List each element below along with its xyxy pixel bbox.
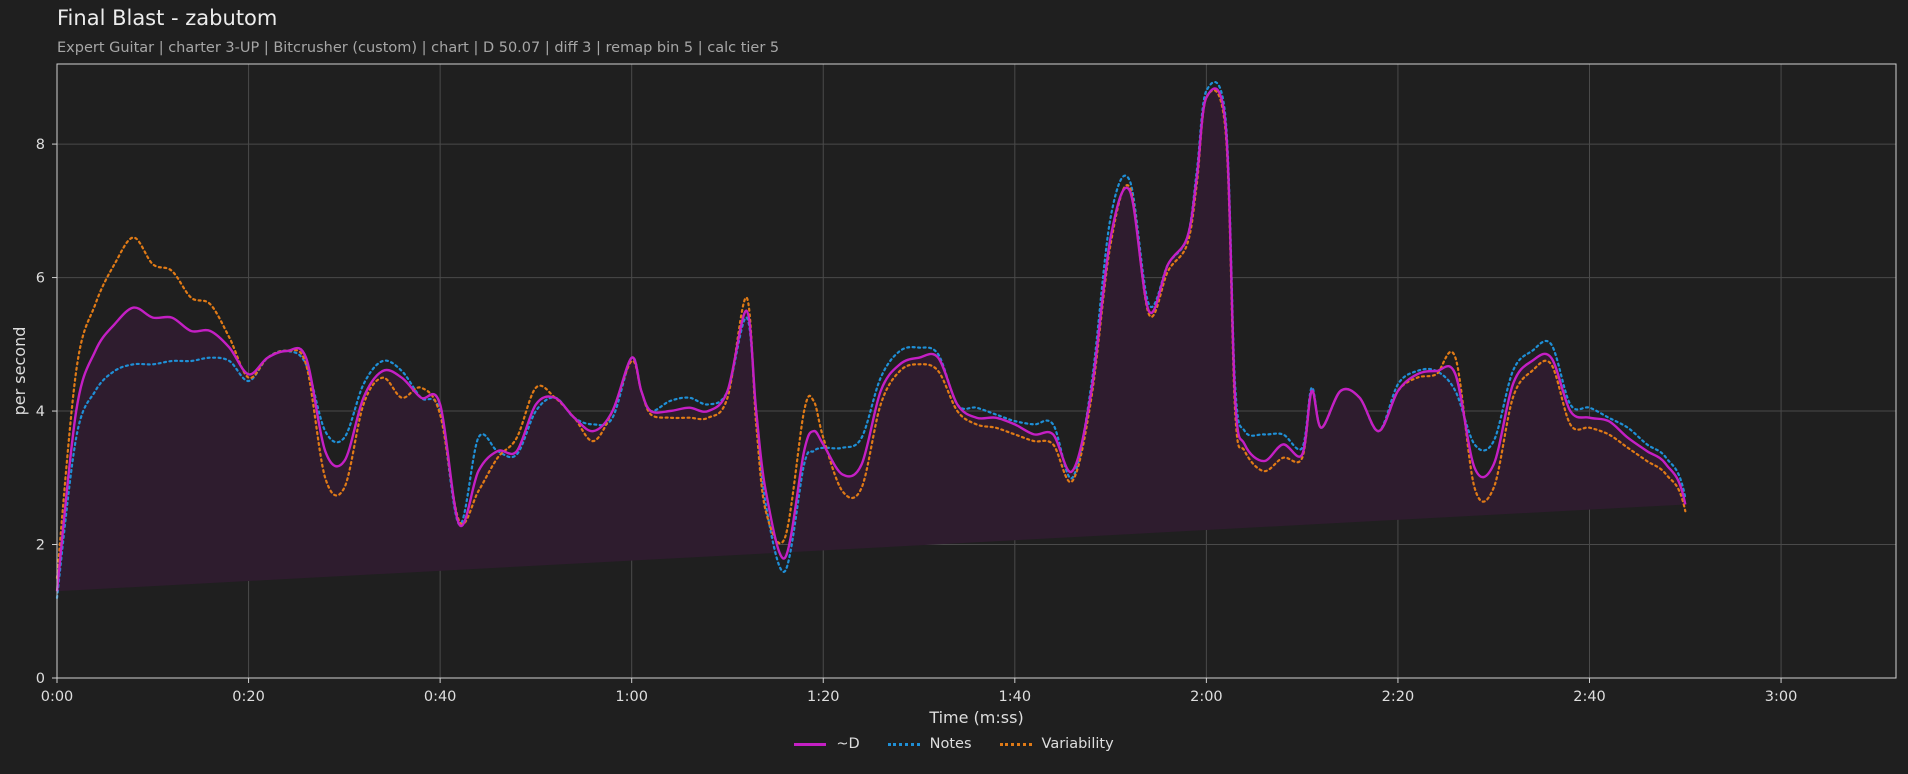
x-tick-label: 2:20 xyxy=(1382,689,1415,705)
y-tick-label: 4 xyxy=(36,404,45,420)
legend-swatch-variability xyxy=(999,742,1032,746)
legend-item-variability: Variability xyxy=(999,736,1114,752)
legend-item-d: ~D xyxy=(794,736,860,752)
legend-label-notes: Notes xyxy=(929,736,972,752)
series-area-fill xyxy=(57,88,1686,592)
line-chart: 0:00 0:20 0:40 1:00 1:20 1:40 2:00 2:20 2:40 3:00… xyxy=(10,63,1897,727)
x-tick-label: 0:00 xyxy=(41,689,74,705)
x-tick-label: 1:40 xyxy=(999,689,1032,705)
y-tick-label: 8 xyxy=(36,137,45,153)
plot-frame xyxy=(56,63,1897,679)
x-tick-label: 2:40 xyxy=(1573,689,1606,705)
legend-label-d: ~D xyxy=(836,736,860,752)
x-axis-label: Time (m:ss) xyxy=(928,708,1023,727)
legend-swatch-notes xyxy=(887,742,920,746)
grid-lines xyxy=(56,64,1896,679)
x-tick-label: 0:40 xyxy=(424,689,457,705)
x-tick-label: 1:00 xyxy=(615,689,648,705)
y-axis-label: per second xyxy=(10,327,29,416)
y-tick-label: 6 xyxy=(36,271,45,287)
x-tick-label: 1:20 xyxy=(807,689,840,705)
y-tick-label: 2 xyxy=(36,538,45,554)
legend-swatch-d xyxy=(794,742,827,746)
x-axis-ticks: 0:00 0:20 0:40 1:00 1:20 1:40 2:00 2:20 2:40 3:00 xyxy=(41,678,1798,705)
y-tick-label: 0 xyxy=(36,671,45,687)
y-axis-ticks: 0 2 4 6 8 xyxy=(36,137,57,687)
x-tick-label: 2:00 xyxy=(1190,689,1223,705)
x-tick-label: 3:00 xyxy=(1765,689,1798,705)
legend: ~D Notes Variability xyxy=(0,736,1908,752)
fill-layer xyxy=(57,88,1686,592)
legend-item-notes: Notes xyxy=(887,736,972,752)
x-tick-label: 0:20 xyxy=(232,689,265,705)
legend-label-variability: Variability xyxy=(1041,736,1114,752)
